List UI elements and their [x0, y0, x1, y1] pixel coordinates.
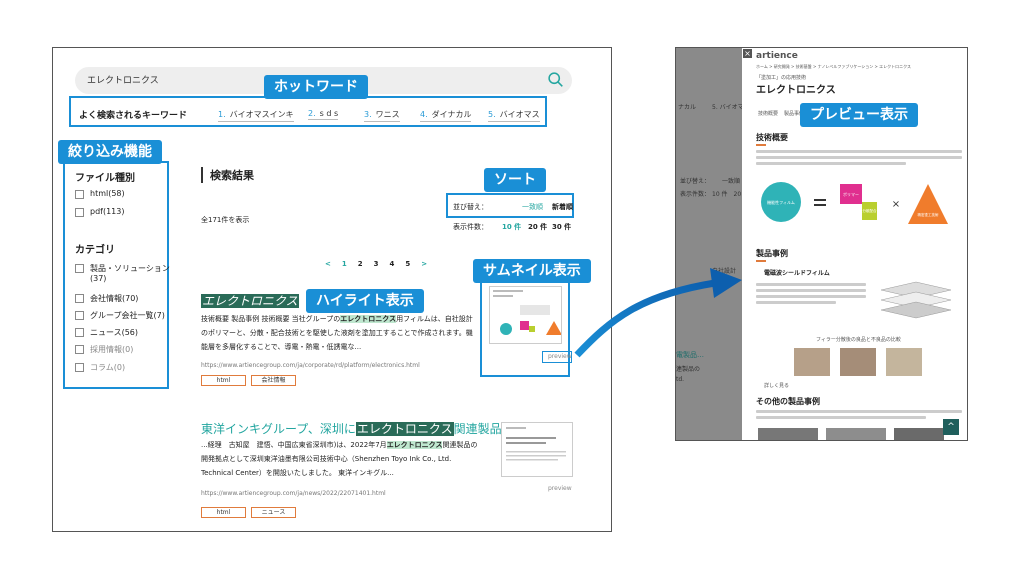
callout-highlight: ハイライト表示: [306, 289, 424, 313]
callout-filter: 絞り込み機能: [58, 140, 162, 164]
callout-sort: ソート: [484, 168, 546, 192]
callout-hot-word: ホットワード: [264, 75, 368, 99]
callout-preview: プレビュー表示: [800, 103, 918, 127]
callout-thumbnail: サムネイル表示: [473, 259, 591, 283]
